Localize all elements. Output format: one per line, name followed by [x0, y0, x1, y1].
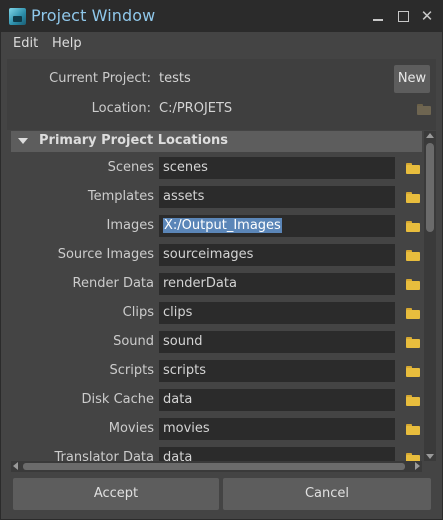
new-project-button[interactable]: New — [394, 65, 430, 93]
row-label: Clips — [122, 305, 154, 320]
movies-path-field[interactable]: movies — [159, 418, 395, 440]
folder-icon[interactable] — [406, 250, 420, 261]
location-folder-icon — [417, 104, 431, 115]
folder-icon[interactable] — [406, 279, 420, 290]
locations-list: Scenes scenes Templates assets Images X:… — [11, 153, 422, 461]
close-button[interactable]: ✕ — [418, 7, 436, 25]
minimize-button[interactable] — [369, 7, 387, 25]
current-project-value: tests — [159, 71, 191, 86]
row-label: Sound — [113, 334, 154, 349]
folder-icon[interactable] — [406, 453, 420, 461]
window-title: Project Window — [31, 6, 156, 25]
location-row-source-images: Source Images sourceimages — [11, 243, 422, 267]
source-images-path-field[interactable]: sourceimages — [159, 244, 395, 266]
menu-edit[interactable]: Edit — [13, 36, 38, 51]
location-row-disk-cache: Disk Cache data — [11, 388, 422, 412]
scroll-right-arrow-icon[interactable] — [415, 462, 420, 470]
folder-icon[interactable] — [406, 308, 420, 319]
row-label: Disk Cache — [81, 392, 154, 407]
row-label: Source Images — [57, 247, 154, 262]
vertical-scrollbar[interactable] — [424, 131, 436, 461]
scroll-left-arrow-icon[interactable] — [13, 462, 18, 470]
folder-icon[interactable] — [406, 337, 420, 348]
location-label: Location: — [91, 101, 151, 116]
maximize-button[interactable] — [394, 7, 412, 25]
maya-app-icon — [9, 8, 26, 25]
scripts-path-field[interactable]: scripts — [159, 360, 395, 382]
folder-icon[interactable] — [406, 221, 420, 232]
translator-data-path-field[interactable]: data — [159, 447, 395, 461]
render-data-path-field[interactable]: renderData — [159, 273, 395, 295]
menu-bar: Edit Help — [1, 32, 442, 57]
minimize-icon — [373, 19, 383, 21]
clips-path-field[interactable]: clips — [159, 302, 395, 324]
horizontal-scroll-thumb[interactable] — [23, 463, 405, 470]
collapse-arrow-icon[interactable] — [18, 138, 28, 144]
row-label: Translator Data — [54, 450, 155, 461]
horizontal-scrollbar[interactable] — [11, 461, 422, 472]
folder-icon[interactable] — [406, 424, 420, 435]
location-row-render-data: Render Data renderData — [11, 272, 422, 296]
folder-icon[interactable] — [406, 395, 420, 406]
location-row-sound: Sound sound — [11, 330, 422, 354]
location-row-templates: Templates assets — [11, 185, 422, 209]
cancel-button[interactable]: Cancel — [223, 478, 431, 510]
scenes-path-field[interactable]: scenes — [159, 157, 395, 179]
menu-help[interactable]: Help — [52, 36, 82, 51]
images-path-field[interactable]: X:/Output_Images — [159, 215, 395, 237]
vertical-scroll-thumb[interactable] — [426, 143, 434, 232]
folder-icon[interactable] — [406, 163, 420, 174]
scroll-up-arrow-icon[interactable] — [426, 133, 434, 138]
scroll-down-arrow-icon[interactable] — [426, 454, 434, 459]
accept-button[interactable]: Accept — [13, 478, 219, 510]
close-icon: ✕ — [420, 7, 434, 25]
title-bar[interactable]: Project Window ✕ — [1, 1, 442, 32]
row-label: Render Data — [72, 276, 154, 291]
location-row-translator-data: Translator Data data — [11, 446, 422, 461]
disk-cache-path-field[interactable]: data — [159, 389, 395, 411]
current-project-label: Current Project: — [49, 71, 151, 86]
location-row-scenes: Scenes scenes — [11, 156, 422, 180]
location-row-movies: Movies movies — [11, 417, 422, 441]
project-window: Project Window ✕ Edit Help Current Proje… — [0, 0, 443, 520]
selected-text: X:/Output_Images — [163, 218, 282, 233]
location-row-scripts: Scripts scripts — [11, 359, 422, 383]
row-label: Scenes — [107, 160, 154, 175]
primary-locations-header[interactable]: Primary Project Locations — [11, 131, 422, 152]
section-title: Primary Project Locations — [39, 133, 229, 148]
row-label: Movies — [108, 421, 154, 436]
maximize-icon — [398, 11, 409, 22]
location-row-images: Images X:/Output_Images — [11, 214, 422, 238]
row-label: Images — [106, 218, 155, 233]
sound-path-field[interactable]: sound — [159, 331, 395, 353]
row-label: Scripts — [109, 363, 154, 378]
templates-path-field[interactable]: assets — [159, 186, 395, 208]
location-row-clips: Clips clips — [11, 301, 422, 325]
folder-icon[interactable] — [406, 192, 420, 203]
folder-icon[interactable] — [406, 366, 420, 377]
location-value: C:/PROJETS — [159, 101, 233, 116]
row-label: Templates — [87, 189, 154, 204]
